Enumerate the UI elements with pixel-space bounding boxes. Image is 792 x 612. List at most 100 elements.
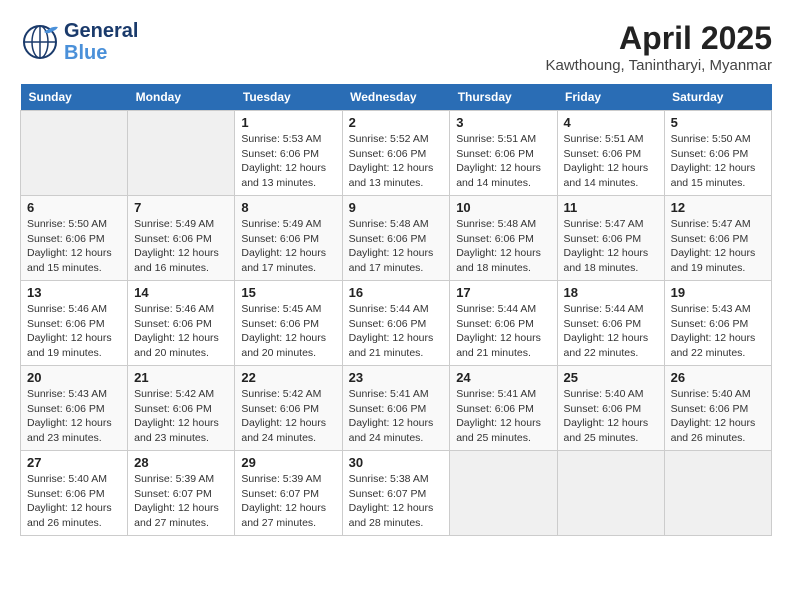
calendar-cell bbox=[128, 111, 235, 196]
day-number: 23 bbox=[349, 370, 444, 385]
day-number: 18 bbox=[564, 285, 658, 300]
day-number: 27 bbox=[27, 455, 121, 470]
calendar-week-row-5: 27 Sunrise: 5:40 AM Sunset: 6:06 PM Dayli… bbox=[21, 451, 772, 536]
day-number: 17 bbox=[456, 285, 550, 300]
day-info: Sunrise: 5:39 AM Sunset: 6:07 PM Dayligh… bbox=[134, 472, 228, 531]
calendar-cell: 16Sunrise: 5:44 AM Sunset: 6:06 PM Dayli… bbox=[342, 281, 450, 366]
day-number: 8 bbox=[241, 200, 335, 215]
day-info: Sunrise: 5:45 AM Sunset: 6:06 PM Dayligh… bbox=[241, 302, 335, 361]
calendar-week-row-3: 13 Sunrise: 5:46 AM Sunset: 6:06 PM Dayli… bbox=[21, 281, 772, 366]
day-number: 30 bbox=[349, 455, 444, 470]
day-info: Sunrise: 5:44 AM Sunset: 6:06 PM Dayligh… bbox=[564, 302, 658, 361]
day-info: Sunrise: 5:50 AM Sunset: 6:06 PM Dayligh… bbox=[27, 217, 121, 276]
calendar-cell: 18 Sunrise: 5:44 AM Sunset: 6:06 PM Dayli… bbox=[557, 281, 664, 366]
day-info: Sunrise: 5:50 AM Sunset: 6:06 PM Dayligh… bbox=[671, 132, 765, 191]
day-info: Sunrise: 5:49 AM Sunset: 6:06 PM Dayligh… bbox=[241, 217, 335, 276]
calendar-cell: 13 Sunrise: 5:46 AM Sunset: 6:06 PM Dayli… bbox=[21, 281, 128, 366]
calendar-week-row-2: 6 Sunrise: 5:50 AM Sunset: 6:06 PM Daylig… bbox=[21, 196, 772, 281]
calendar-header-row: Sunday Monday Tuesday Wednesday Thursday… bbox=[21, 84, 772, 111]
calendar-cell: 14 Sunrise: 5:46 AM Sunset: 6:06 PM Dayli… bbox=[128, 281, 235, 366]
day-number: 2 bbox=[349, 115, 444, 130]
calendar-cell: 5 Sunrise: 5:50 AM Sunset: 6:06 PM Daylig… bbox=[664, 111, 771, 196]
page-header: General Blue April 2025 Kawthoung, Tanin… bbox=[20, 20, 772, 74]
day-number: 5 bbox=[671, 115, 765, 130]
calendar-cell: 3 Sunrise: 5:51 AM Sunset: 6:06 PM Daylig… bbox=[450, 111, 557, 196]
calendar-cell: 25Sunrise: 5:40 AM Sunset: 6:06 PM Dayli… bbox=[557, 366, 664, 451]
calendar-week-row-1: 1 Sunrise: 5:53 AM Sunset: 6:06 PM Daylig… bbox=[21, 111, 772, 196]
calendar-cell: 22 Sunrise: 5:42 AM Sunset: 6:06 PM Dayli… bbox=[235, 366, 342, 451]
calendar-cell: 19Sunrise: 5:43 AM Sunset: 6:06 PM Dayli… bbox=[664, 281, 771, 366]
day-number: 13 bbox=[27, 285, 121, 300]
day-info: Sunrise: 5:47 AM Sunset: 6:06 PM Dayligh… bbox=[671, 217, 765, 276]
day-number: 24 bbox=[456, 370, 550, 385]
day-number: 9 bbox=[349, 200, 444, 215]
day-info: Sunrise: 5:42 AM Sunset: 6:06 PM Dayligh… bbox=[134, 387, 228, 446]
day-info: Sunrise: 5:41 AM Sunset: 6:06 PM Dayligh… bbox=[349, 387, 444, 446]
day-info: Sunrise: 5:48 AM Sunset: 6:06 PM Dayligh… bbox=[456, 217, 550, 276]
calendar-table: Sunday Monday Tuesday Wednesday Thursday… bbox=[20, 84, 772, 536]
day-info: Sunrise: 5:39 AM Sunset: 6:07 PM Dayligh… bbox=[241, 472, 335, 531]
day-info: Sunrise: 5:48 AM Sunset: 6:06 PM Dayligh… bbox=[349, 217, 444, 276]
calendar-cell: 12 Sunrise: 5:47 AM Sunset: 6:06 PM Dayli… bbox=[664, 196, 771, 281]
calendar-cell: 27 Sunrise: 5:40 AM Sunset: 6:06 PM Dayli… bbox=[21, 451, 128, 536]
calendar-cell bbox=[557, 451, 664, 536]
col-header-friday: Friday bbox=[557, 84, 664, 111]
calendar-cell: 7Sunrise: 5:49 AM Sunset: 6:06 PM Daylig… bbox=[128, 196, 235, 281]
day-number: 29 bbox=[241, 455, 335, 470]
col-header-saturday: Saturday bbox=[664, 84, 771, 111]
calendar-cell bbox=[450, 451, 557, 536]
calendar-cell: 28 Sunrise: 5:39 AM Sunset: 6:07 PM Dayli… bbox=[128, 451, 235, 536]
day-info: Sunrise: 5:40 AM Sunset: 6:06 PM Dayligh… bbox=[27, 472, 121, 531]
day-number: 3 bbox=[456, 115, 550, 130]
calendar-cell: 6 Sunrise: 5:50 AM Sunset: 6:06 PM Daylig… bbox=[21, 196, 128, 281]
calendar-cell: 9 Sunrise: 5:48 AM Sunset: 6:06 PM Daylig… bbox=[342, 196, 450, 281]
calendar-cell: 30 Sunrise: 5:38 AM Sunset: 6:07 PM Dayli… bbox=[342, 451, 450, 536]
day-number: 1 bbox=[241, 115, 335, 130]
calendar-cell: 21 Sunrise: 5:42 AM Sunset: 6:06 PM Dayli… bbox=[128, 366, 235, 451]
calendar-cell: 20Sunrise: 5:43 AM Sunset: 6:06 PM Dayli… bbox=[21, 366, 128, 451]
day-number: 10 bbox=[456, 200, 550, 215]
day-number: 6 bbox=[27, 200, 121, 215]
col-header-sunday: Sunday bbox=[21, 84, 128, 111]
day-number: 22 bbox=[241, 370, 335, 385]
day-info: Sunrise: 5:41 AM Sunset: 6:06 PM Dayligh… bbox=[456, 387, 550, 446]
day-info: Sunrise: 5:51 AM Sunset: 6:06 PM Dayligh… bbox=[564, 132, 658, 191]
title-block: April 2025 Kawthoung, Tanintharyi, Myanm… bbox=[545, 20, 772, 74]
day-info: Sunrise: 5:51 AM Sunset: 6:06 PM Dayligh… bbox=[456, 132, 550, 191]
day-info: Sunrise: 5:42 AM Sunset: 6:06 PM Dayligh… bbox=[241, 387, 335, 446]
calendar-cell: 10 Sunrise: 5:48 AM Sunset: 6:06 PM Dayli… bbox=[450, 196, 557, 281]
day-number: 7 bbox=[134, 200, 228, 215]
day-number: 11 bbox=[564, 200, 658, 215]
day-number: 26 bbox=[671, 370, 765, 385]
day-number: 25 bbox=[564, 370, 658, 385]
calendar-cell: 2Sunrise: 5:52 AM Sunset: 6:06 PM Daylig… bbox=[342, 111, 450, 196]
logo: General Blue bbox=[20, 20, 138, 64]
day-info: Sunrise: 5:40 AM Sunset: 6:06 PM Dayligh… bbox=[671, 387, 765, 446]
calendar-cell: 15Sunrise: 5:45 AM Sunset: 6:06 PM Dayli… bbox=[235, 281, 342, 366]
day-info: Sunrise: 5:38 AM Sunset: 6:07 PM Dayligh… bbox=[349, 472, 444, 531]
calendar-cell: 17Sunrise: 5:44 AM Sunset: 6:06 PM Dayli… bbox=[450, 281, 557, 366]
calendar-cell: 4 Sunrise: 5:51 AM Sunset: 6:06 PM Daylig… bbox=[557, 111, 664, 196]
calendar-cell: 1 Sunrise: 5:53 AM Sunset: 6:06 PM Daylig… bbox=[235, 111, 342, 196]
day-info: Sunrise: 5:46 AM Sunset: 6:06 PM Dayligh… bbox=[134, 302, 228, 361]
col-header-thursday: Thursday bbox=[450, 84, 557, 111]
day-info: Sunrise: 5:46 AM Sunset: 6:06 PM Dayligh… bbox=[27, 302, 121, 361]
calendar-cell: 26 Sunrise: 5:40 AM Sunset: 6:06 PM Dayli… bbox=[664, 366, 771, 451]
day-number: 12 bbox=[671, 200, 765, 215]
day-number: 19 bbox=[671, 285, 765, 300]
calendar-cell: 8 Sunrise: 5:49 AM Sunset: 6:06 PM Daylig… bbox=[235, 196, 342, 281]
logo-text-line1: General bbox=[64, 20, 138, 42]
location-subtitle: Kawthoung, Tanintharyi, Myanmar bbox=[545, 57, 772, 74]
col-header-wednesday: Wednesday bbox=[342, 84, 450, 111]
day-info: Sunrise: 5:53 AM Sunset: 6:06 PM Dayligh… bbox=[241, 132, 335, 191]
logo-globe-icon bbox=[20, 22, 60, 62]
calendar-cell bbox=[664, 451, 771, 536]
calendar-cell: 23 Sunrise: 5:41 AM Sunset: 6:06 PM Dayli… bbox=[342, 366, 450, 451]
calendar-cell: 29 Sunrise: 5:39 AM Sunset: 6:07 PM Dayli… bbox=[235, 451, 342, 536]
day-number: 28 bbox=[134, 455, 228, 470]
day-number: 14 bbox=[134, 285, 228, 300]
day-number: 4 bbox=[564, 115, 658, 130]
day-number: 21 bbox=[134, 370, 228, 385]
month-year-title: April 2025 bbox=[545, 20, 772, 57]
calendar-cell: 24 Sunrise: 5:41 AM Sunset: 6:06 PM Dayli… bbox=[450, 366, 557, 451]
